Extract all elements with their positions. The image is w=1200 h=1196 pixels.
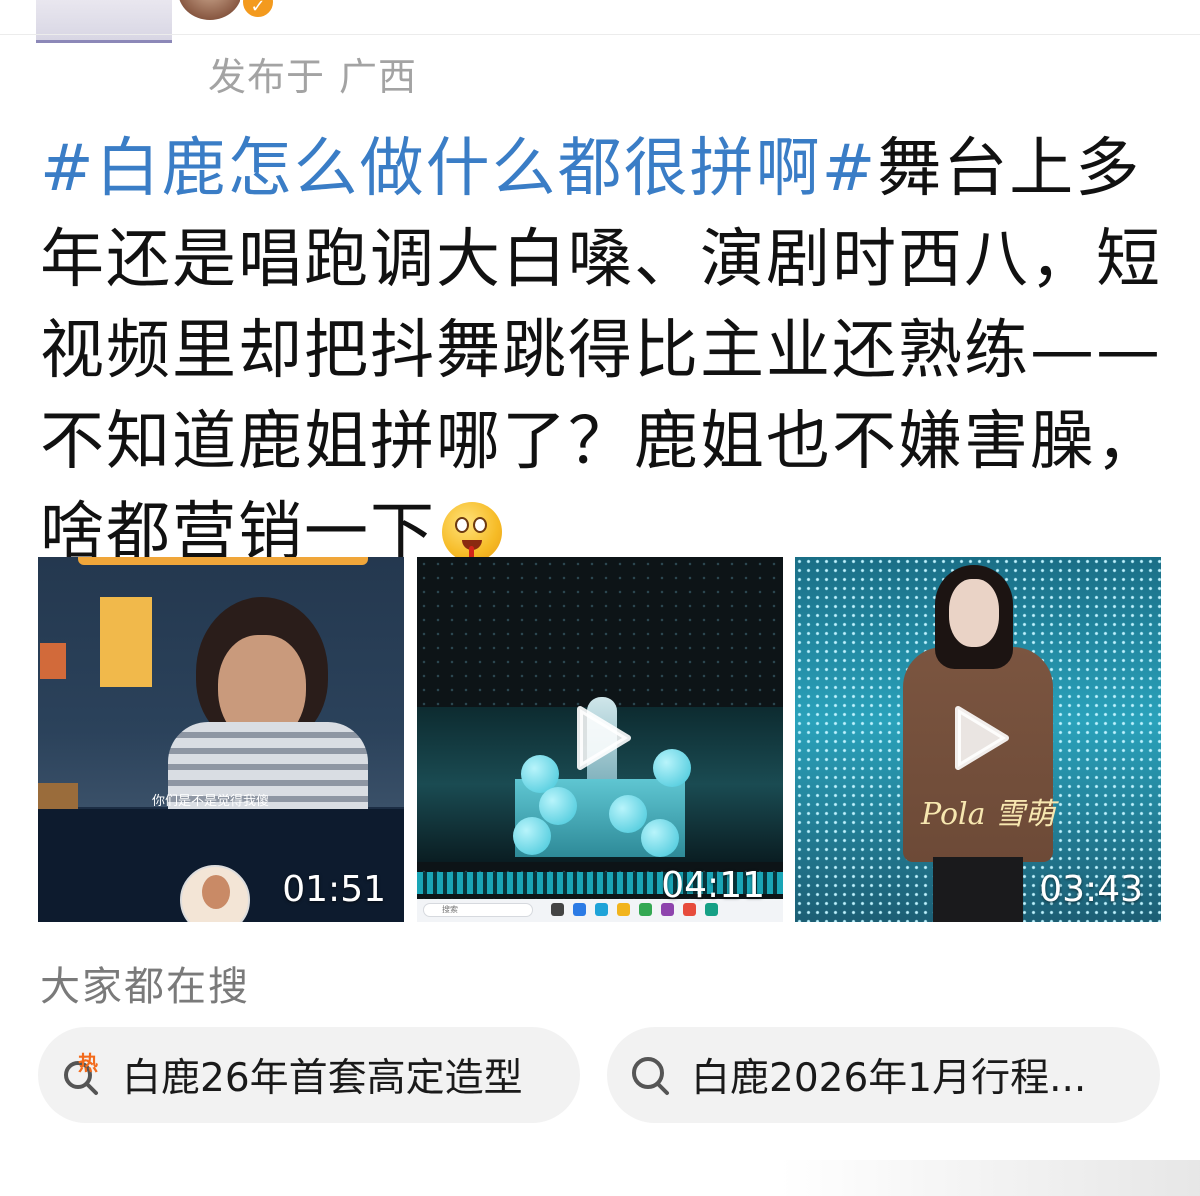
search-suggestion-chip[interactable]: 白鹿2026年1月行程...	[607, 1027, 1160, 1123]
video-signature: Pola 雪萌	[921, 797, 1056, 832]
hashtag-link[interactable]: #白鹿怎么做什么都很拼啊#	[40, 132, 877, 206]
trending-search-title: 大家都在搜	[40, 964, 250, 1010]
search-suggestion-label: 白鹿26年首套高定造型	[122, 1056, 523, 1101]
hot-search-icon: 热	[60, 1051, 104, 1097]
video-thumbnail-3[interactable]: Pola 雪萌 03:43	[795, 557, 1161, 922]
previous-post-thumbnail[interactable]	[36, 0, 172, 43]
video-thumbnail-1[interactable]: 你们是不是觉得我傻 01:51	[38, 557, 404, 922]
location-prefix: 发布于	[208, 55, 326, 99]
header-strip	[0, 0, 1200, 36]
watermark-fade	[780, 1160, 1200, 1196]
location-name: 广西	[339, 55, 418, 99]
play-icon[interactable]	[574, 703, 634, 773]
divider	[0, 34, 1200, 35]
search-icon	[629, 1053, 673, 1097]
drooling-face-emoji-icon	[442, 502, 502, 562]
post-location: 发布于 广西	[208, 46, 431, 101]
video-subtitle: 你们是不是觉得我傻	[152, 794, 270, 809]
video-duration: 04:11	[661, 865, 765, 906]
video-thumbnail-2[interactable]: 搜索 04:11	[417, 557, 783, 922]
hot-badge: 热	[78, 1051, 98, 1075]
video-duration: 01:51	[282, 869, 386, 910]
weibo-post-page: ✓ 发布于 广西 #白鹿怎么做什么都很拼啊#舞台上多年还是唱跑调大白嗓、演剧时西八…	[0, 0, 1200, 1196]
post-body: #白鹿怎么做什么都很拼啊#舞台上多年还是唱跑调大白嗓、演剧时西八，短视频里却把抖…	[40, 124, 1170, 579]
video-duration: 03:43	[1039, 869, 1143, 910]
taskbar-search: 搜索	[423, 903, 533, 917]
search-suggestion-chip[interactable]: 热 白鹿26年首套高定造型	[38, 1027, 580, 1123]
search-suggestion-label: 白鹿2026年1月行程...	[691, 1056, 1087, 1101]
play-icon[interactable]	[952, 703, 1012, 773]
